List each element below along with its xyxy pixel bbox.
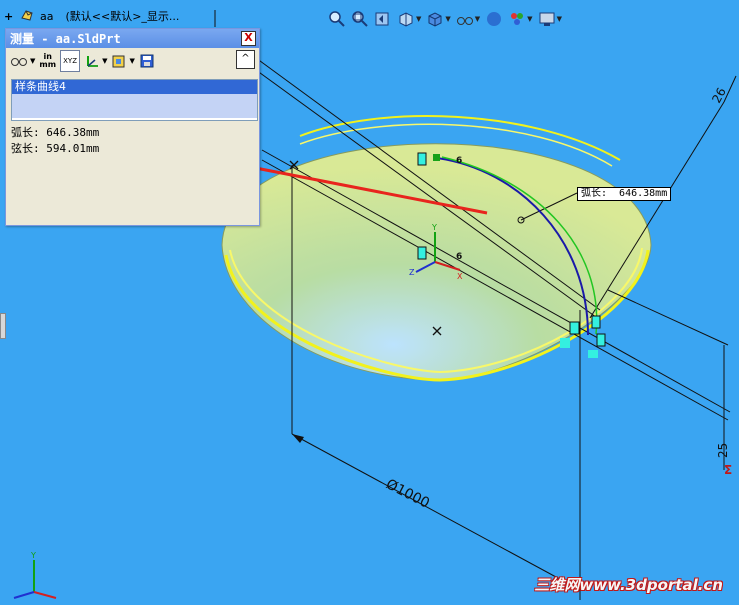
chevron-down-icon[interactable]: ▼ bbox=[557, 15, 562, 23]
display-style-icon bbox=[456, 17, 473, 25]
measure-dialog[interactable]: 测量 - aa.SldPrt X ▼ in mm XYZ ▼ ▼ ^ 样条曲线4 bbox=[5, 28, 260, 226]
section-view-button[interactable]: ▼ bbox=[397, 10, 421, 28]
zoom-to-fit-button[interactable] bbox=[328, 10, 346, 28]
chevron-down-icon[interactable]: ▼ bbox=[445, 15, 450, 23]
axis-x-label: X bbox=[457, 272, 463, 281]
measure-titlebar[interactable]: 测量 - aa.SldPrt X bbox=[6, 29, 259, 48]
edit-appearance-button[interactable]: ▼ bbox=[508, 10, 533, 28]
xyz-label: XYZ bbox=[63, 57, 77, 65]
part-name[interactable]: aa bbox=[40, 10, 53, 23]
chevron-down-icon[interactable]: ▼ bbox=[129, 57, 134, 65]
dimension-error-mark: Σ bbox=[724, 463, 732, 477]
units-mm-label: mm bbox=[39, 60, 57, 69]
reference-triad: Y bbox=[13, 551, 57, 599]
selection-list[interactable]: 样条曲线4 bbox=[11, 79, 258, 121]
section-view-icon bbox=[399, 12, 413, 27]
chevron-down-icon[interactable]: ▼ bbox=[527, 15, 532, 23]
arc-measure-icon bbox=[11, 58, 27, 66]
previous-view-icon bbox=[375, 12, 389, 26]
units-precision-button[interactable]: in mm bbox=[39, 51, 56, 71]
expand-toggle[interactable]: + bbox=[4, 10, 14, 23]
point-to-point-button[interactable]: ▼ bbox=[84, 51, 107, 71]
side-panel-tab[interactable] bbox=[0, 313, 6, 339]
chord-length-result: 弦长: 594.01mm bbox=[11, 142, 100, 155]
view-orientation-icon bbox=[428, 12, 442, 27]
measure-title: 测量 - aa.SldPrt bbox=[10, 32, 121, 46]
view-toolbar: ▼ ▼ ▼ ▼ ▼ bbox=[328, 8, 567, 30]
coordinate-axes-icon bbox=[87, 56, 99, 67]
axis-z-label: Z bbox=[409, 268, 415, 277]
close-button[interactable]: X bbox=[241, 31, 256, 46]
arc-circle-measure-button[interactable]: ▼ bbox=[10, 51, 35, 71]
hide-show-items-button[interactable] bbox=[485, 10, 503, 28]
zoom-to-area-button[interactable] bbox=[351, 10, 369, 28]
relation-label-mid: 6 bbox=[456, 252, 462, 262]
view-settings-icon bbox=[539, 12, 555, 26]
ref-axis-y-label: Y bbox=[30, 551, 36, 560]
previous-view-button[interactable] bbox=[374, 10, 392, 28]
zoom-to-area-icon bbox=[352, 11, 368, 27]
measure-results: 弧长: 646.38mm 弦长: 594.01mm bbox=[11, 125, 99, 157]
selection-list-empty[interactable] bbox=[12, 94, 257, 118]
measure-toolbar: ▼ in mm XYZ ▼ ▼ bbox=[6, 48, 259, 74]
watermark: 三维网www.3dportal.cn bbox=[534, 576, 723, 594]
chevron-down-icon[interactable]: ▼ bbox=[30, 57, 35, 65]
collapse-button[interactable]: ^ bbox=[236, 50, 255, 69]
view-settings-button[interactable]: ▼ bbox=[538, 10, 562, 28]
feature-tree-strip: + aa (默认<<默认>_显示... bbox=[0, 6, 179, 26]
selected-entity[interactable]: 样条曲线4 bbox=[12, 80, 257, 94]
dim-arrow-left bbox=[292, 434, 304, 443]
zoom-to-fit-icon bbox=[329, 11, 345, 27]
save-measurement-button[interactable] bbox=[139, 51, 155, 71]
projection-button[interactable]: ▼ bbox=[111, 51, 135, 71]
save-icon bbox=[140, 54, 154, 68]
edit-appearance-icon bbox=[511, 13, 524, 25]
chevron-down-icon[interactable]: ▼ bbox=[102, 57, 107, 65]
hide-show-items-icon bbox=[487, 12, 502, 26]
arc-length-result: 弧长: 646.38mm bbox=[11, 126, 100, 139]
chevron-down-icon[interactable]: ▼ bbox=[475, 15, 480, 23]
relation-label-top: 6 bbox=[456, 156, 462, 166]
view-orientation-button[interactable]: ▼ bbox=[426, 10, 451, 28]
dimension-25[interactable]: 25 bbox=[716, 443, 730, 458]
projection-icon bbox=[112, 55, 125, 68]
part-icon bbox=[21, 10, 33, 21]
display-style-button[interactable]: ▼ bbox=[456, 10, 480, 28]
chevron-down-icon[interactable]: ▼ bbox=[416, 15, 421, 23]
arc-length-callout[interactable]: 弧长: 646.38mm bbox=[577, 187, 672, 201]
diameter-dimension[interactable]: Ø1000 bbox=[383, 476, 432, 511]
show-xyz-button[interactable]: XYZ bbox=[60, 50, 81, 72]
axis-y-label: Y bbox=[431, 223, 437, 232]
dimension-26[interactable]: 26 bbox=[709, 85, 729, 105]
configuration-name[interactable]: (默认<<默认>_显示... bbox=[65, 8, 179, 24]
